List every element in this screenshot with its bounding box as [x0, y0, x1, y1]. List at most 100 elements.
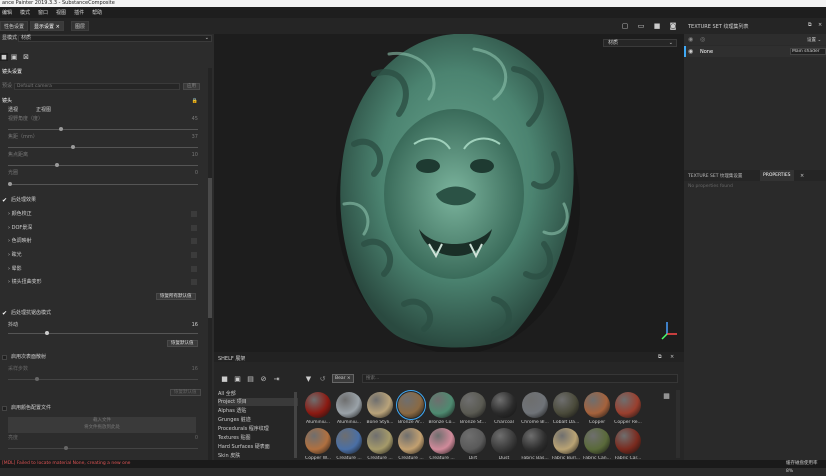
filter-tag[interactable]: Bear × — [332, 374, 354, 383]
postfx-item-color-correction[interactable]: › 颜色校正 — [8, 210, 214, 219]
material-thumbnail[interactable] — [584, 392, 610, 418]
close-icon[interactable]: × — [347, 376, 351, 381]
menu-edit[interactable]: 编辑 — [2, 9, 12, 16]
apply-preset-button[interactable]: 应用 — [183, 83, 200, 90]
material-thumbnail[interactable] — [615, 428, 641, 454]
slider-handle[interactable] — [59, 127, 63, 131]
subsurface-checkbox[interactable] — [2, 355, 7, 360]
material-thumbnail[interactable] — [553, 392, 579, 418]
3d-viewport[interactable]: 材质 ⌄ — [214, 34, 684, 352]
screenshot-icon[interactable]: ◙ — [668, 21, 678, 31]
material-thumbnail[interactable] — [305, 428, 331, 454]
grid-view-icon[interactable]: ▦ — [662, 391, 671, 400]
toggle-box[interactable] — [191, 252, 197, 258]
material-thumbnail[interactable] — [336, 428, 362, 454]
shelf-scrollbar[interactable] — [676, 390, 680, 458]
filter-icon[interactable]: ▼ — [304, 374, 313, 383]
toggle-box[interactable] — [191, 279, 197, 285]
toggle-icon[interactable]: ▭ — [636, 21, 646, 31]
subsurface-reset-button[interactable]: 恢复默认值 — [170, 389, 201, 396]
postfx-item-vignette[interactable]: › 晕影 — [8, 265, 214, 274]
popout-icon[interactable]: ⧉ — [658, 354, 662, 360]
toggle-box[interactable] — [191, 238, 197, 244]
material-thumbnail[interactable] — [491, 392, 517, 418]
postfx-item-dof[interactable]: › DOF景深 — [8, 224, 214, 233]
popout-icon[interactable]: ⧉ — [808, 22, 812, 28]
orthographic-option[interactable]: 正视图 — [36, 106, 214, 115]
checkmark-icon[interactable]: ✔ — [2, 197, 7, 204]
image-icon[interactable]: ▤ — [246, 374, 255, 383]
material-thumbnail[interactable] — [305, 392, 331, 418]
close-icon[interactable]: × — [818, 22, 822, 28]
material-thumbnail[interactable] — [336, 392, 362, 418]
material-thumbnail[interactable] — [460, 428, 486, 454]
material-thumbnail[interactable] — [367, 428, 393, 454]
category-all[interactable]: All 全部 — [218, 390, 298, 398]
folder-icon[interactable]: ■ — [220, 374, 229, 383]
reset-default-button[interactable]: 恢复默认值 — [167, 340, 198, 347]
brightness-slider-track[interactable] — [8, 448, 198, 449]
close-icon[interactable]: × — [670, 354, 674, 360]
load-file-button[interactable]: 载入文件 将文件拖放到此处 — [8, 417, 196, 433]
slider-track[interactable] — [8, 184, 198, 185]
toggle-box[interactable] — [191, 266, 197, 272]
material-thumbnail[interactable] — [615, 392, 641, 418]
material-thumbnail[interactable] — [429, 392, 455, 418]
tab-layers[interactable]: 图层 — [71, 21, 90, 31]
eye-icon[interactable]: ◉ — [688, 36, 693, 43]
menu-view[interactable]: 视图 — [56, 9, 66, 16]
category-scrollbar[interactable] — [294, 392, 297, 458]
material-thumbnail[interactable] — [429, 428, 455, 454]
slider-handle[interactable] — [55, 163, 59, 167]
reset-all-button[interactable]: 恢复所有默认值 — [156, 293, 196, 300]
refresh-icon[interactable]: ↺ — [318, 374, 327, 383]
material-thumbnail[interactable] — [522, 392, 548, 418]
tab-properties[interactable]: PROPERTIES — [760, 170, 794, 181]
material-thumbnail[interactable] — [398, 428, 424, 454]
slider-track[interactable] — [8, 165, 198, 166]
menu-window[interactable]: 窗口 — [38, 9, 48, 16]
menu-help[interactable]: 帮助 — [92, 9, 102, 16]
antialias-slider-track[interactable] — [8, 333, 198, 334]
category-skin[interactable]: Skin 皮肤 — [218, 452, 298, 460]
camera-icon[interactable]: ◼ — [0, 53, 8, 61]
preset-field[interactable]: Default camera — [14, 83, 180, 90]
material-thumbnail[interactable] — [460, 392, 486, 418]
video-icon[interactable]: ■ — [652, 21, 662, 31]
category-textures[interactable]: Textures 贴图 — [218, 434, 298, 442]
lock-icon[interactable]: 🔒 — [192, 98, 198, 104]
new-folder-icon[interactable]: ▣ — [233, 374, 242, 383]
material-thumbnail[interactable] — [522, 428, 548, 454]
visibility-eye-icon[interactable]: ◉ — [688, 48, 693, 55]
antialias-slider-handle[interactable] — [45, 331, 49, 335]
close-icon[interactable]: × — [56, 24, 60, 30]
menu-mode[interactable]: 模式 — [20, 9, 30, 16]
slider-handle[interactable] — [71, 145, 75, 149]
tab-display-settings[interactable]: 显示设置 × — [30, 21, 64, 31]
scrollbar[interactable] — [208, 68, 212, 460]
postfx-item-tone-mapping[interactable]: › 色调映射 — [8, 237, 214, 246]
scrollbar-thumb[interactable] — [208, 178, 212, 318]
shader-dropdown[interactable]: Main shader — [790, 48, 826, 55]
slider-track[interactable] — [8, 147, 198, 148]
tab-texture-set-settings[interactable]: TEXTURE SET 纹理集设置 — [688, 173, 742, 179]
import-icon[interactable]: ⇥ — [272, 374, 281, 383]
viewer-icon[interactable]: ⊠ — [22, 53, 30, 61]
material-thumbnail[interactable] — [584, 428, 610, 454]
eye-alt-icon[interactable]: ◎ — [700, 36, 705, 43]
postfx-item-glare[interactable]: › 眩光 — [8, 251, 214, 260]
category-procedurals[interactable]: Procedurals 程序纹理 — [218, 425, 298, 433]
material-thumbnail[interactable] — [491, 428, 517, 454]
color-profile-checkbox[interactable] — [2, 406, 7, 411]
category-project[interactable]: Project 项目 — [218, 398, 298, 406]
camera-frame-icon[interactable]: ▢ — [620, 21, 630, 31]
tab-render-settings[interactable]: 性色设置 — [0, 21, 29, 31]
settings-dropdown[interactable]: 设置 ⌄ — [807, 37, 821, 43]
category-grunges[interactable]: Grunges 脏迹 — [218, 416, 298, 424]
environment-icon[interactable]: ▣ — [10, 53, 18, 61]
subsurface-slider-handle[interactable] — [35, 377, 39, 381]
slider-handle[interactable] — [8, 182, 12, 186]
close-icon[interactable]: × — [800, 173, 804, 179]
hide-icon[interactable]: ⊘ — [259, 374, 268, 383]
texture-set-row[interactable]: ◉ None Main shader — [684, 46, 826, 57]
